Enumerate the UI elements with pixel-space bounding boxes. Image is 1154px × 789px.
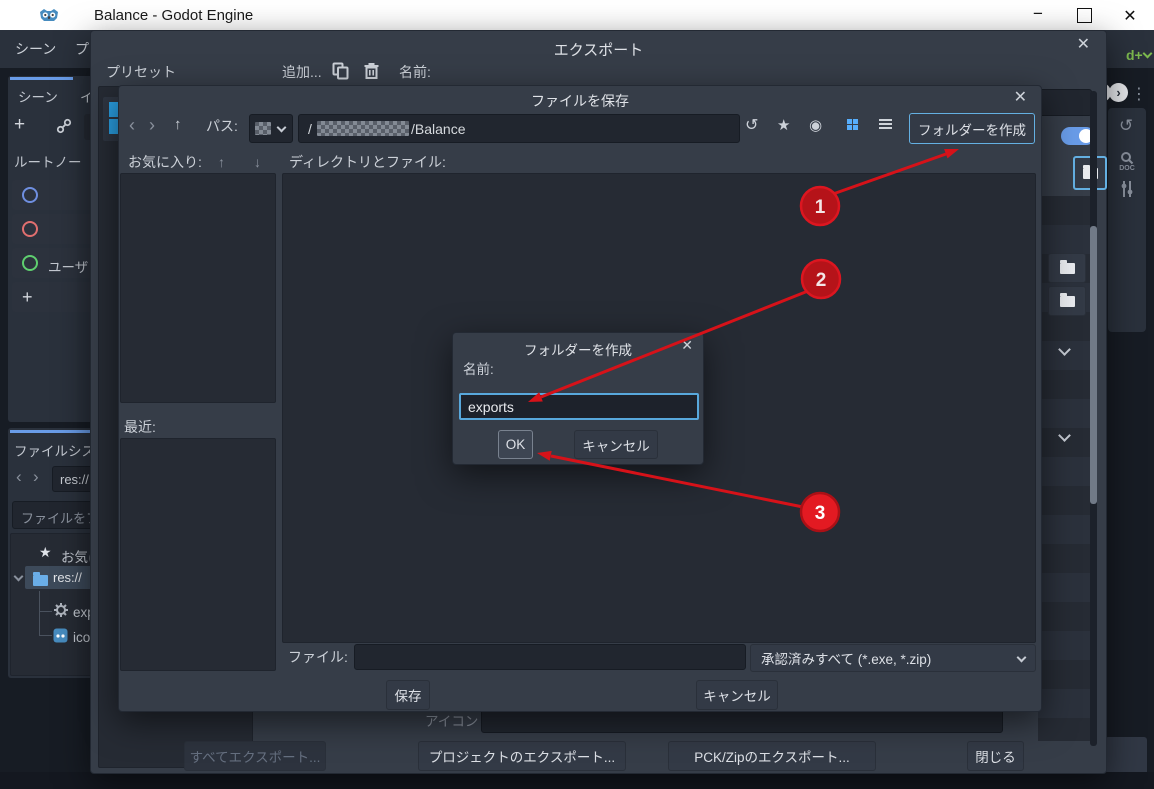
preset-add-button[interactable]: 追加... — [282, 65, 322, 80]
folder-name-input[interactable] — [459, 393, 699, 420]
folder-icon — [1060, 263, 1075, 274]
nav-forward-icon[interactable]: › — [149, 115, 155, 136]
forward-circle-icon[interactable]: › — [1109, 83, 1128, 102]
3d-node-icon — [22, 221, 38, 237]
grid-view-icon[interactable] — [847, 119, 858, 130]
root-node-label: ルートノー — [14, 151, 82, 171]
option-folder-button-1[interactable] — [1048, 253, 1086, 283]
folder-name-label: 名前: — [463, 363, 494, 378]
fs-res-label: res:// — [53, 570, 82, 585]
export-presets-file-icon — [53, 602, 69, 623]
filesystem-tab-accent — [10, 430, 98, 433]
minimize-button[interactable]: − — [1026, 4, 1050, 24]
filter-chevron-icon — [1017, 653, 1027, 663]
favorites-list[interactable] — [120, 173, 276, 403]
path-prefix: / — [308, 121, 312, 137]
save-button[interactable]: 保存 — [386, 680, 430, 710]
drive-chevron-icon — [277, 123, 287, 133]
other-node-plus-icon: + — [22, 287, 33, 308]
tab-scene[interactable]: シーン — [18, 86, 58, 106]
export-pck-button[interactable]: PCK/Zipのエクスポート... — [668, 741, 876, 771]
ok-button[interactable]: OK — [498, 430, 533, 459]
nav-back-icon[interactable]: ‹ — [129, 115, 135, 136]
show-hidden-icon[interactable]: ◉ — [809, 116, 822, 134]
save-dialog-close-icon[interactable]: ✕ — [1014, 90, 1027, 106]
icon-svg-file-icon — [53, 628, 68, 648]
favorites-star-icon[interactable]: ★ — [39, 544, 52, 561]
menu-scene[interactable]: シーン — [15, 42, 56, 57]
inspector-side-toolbar: ↺ DOC — [1108, 108, 1146, 332]
refresh-icon[interactable]: ↺ — [745, 115, 758, 135]
godot-logo-icon — [38, 4, 60, 31]
fs-filter-input[interactable]: ファイルをフ — [12, 501, 102, 529]
option-folder-button-2[interactable] — [1048, 286, 1086, 316]
ui-node-label: ユーザ — [48, 256, 88, 276]
export-project-button[interactable]: プロジェクトのエクスポート... — [418, 741, 626, 771]
create-folder-close-icon[interactable]: ✕ — [681, 338, 693, 352]
icon-property-label: アイコン — [425, 710, 478, 730]
create-folder-button[interactable]: フォルダーを作成 — [909, 113, 1035, 144]
file-name-input[interactable] — [354, 644, 746, 670]
2d-node-icon — [22, 187, 38, 203]
filter-dropdown[interactable]: 承認済みすべて (*.exe, *.zip) — [750, 644, 1036, 672]
options-scrollbar-thumb[interactable] — [1090, 226, 1097, 504]
tree-hline-2 — [39, 635, 52, 636]
tune-sliders-icon[interactable] — [1119, 180, 1135, 203]
drive-censored — [255, 122, 271, 135]
search-docs-icon[interactable]: DOC — [1116, 150, 1138, 177]
path-label: パス: — [206, 119, 238, 134]
favorite-down-icon[interactable]: ↓ — [254, 154, 261, 170]
folder-icon — [1060, 296, 1075, 307]
tab-filesystem[interactable]: ファイルシス — [14, 440, 95, 460]
close-export-button[interactable]: 閉じる — [967, 741, 1024, 771]
nav-up-icon[interactable]: ↑ — [174, 116, 182, 133]
export-dialog-title: エクスポート — [91, 39, 1106, 60]
recent-label: 最近: — [124, 420, 156, 435]
maximize-button[interactable] — [1077, 8, 1092, 23]
svg-text:DOC: DOC — [1119, 165, 1135, 172]
bottom-right-panel — [1105, 737, 1147, 775]
window-title: Balance - Godot Engine — [94, 7, 253, 24]
create-folder-dialog: フォルダーを作成 ✕ 名前: OK キャンセル — [452, 332, 704, 465]
dock-menu-dots-icon[interactable]: ⋮ — [1131, 84, 1147, 104]
window-titlebar: Balance - Godot Engine − ✕ — [0, 0, 1154, 30]
options-top-field[interactable] — [1038, 89, 1092, 116]
create-folder-title: フォルダーを作成 — [453, 339, 703, 359]
export-all-button[interactable]: すべてエクスポート... — [184, 741, 326, 771]
export-dialog-close-icon[interactable]: ✕ — [1077, 37, 1090, 53]
favorites-label: お気に入り: — [128, 155, 202, 170]
instance-scene-icon[interactable] — [56, 118, 72, 139]
scene-tab-accent — [10, 77, 73, 80]
list-view-icon[interactable] — [879, 119, 892, 129]
preset-name-label: 名前: — [399, 65, 431, 80]
ui-node-icon — [22, 255, 38, 271]
fs-forward-icon[interactable]: › — [33, 467, 39, 487]
path-input[interactable]: / /Balance — [298, 114, 740, 143]
favorite-toggle-icon[interactable]: ★ — [777, 116, 790, 134]
cancel-button[interactable]: キャンセル — [696, 680, 778, 710]
favorite-up-icon[interactable]: ↑ — [218, 154, 225, 170]
fs-back-icon[interactable]: ‹ — [16, 467, 22, 487]
drive-select[interactable] — [249, 114, 293, 143]
add-node-icon[interactable]: + — [14, 114, 25, 136]
tree-vline — [39, 591, 40, 635]
dirs-files-label: ディレクトリとファイル: — [289, 155, 446, 170]
file-label: ファイル: — [288, 650, 348, 665]
preset-copy-icon[interactable] — [332, 62, 349, 85]
presets-label: プリセット — [106, 65, 176, 80]
preset-delete-icon[interactable] — [363, 62, 380, 85]
tree-hline-1 — [39, 611, 52, 612]
bottom-strip — [0, 772, 1154, 789]
renderer-badge[interactable]: d+ — [1126, 47, 1143, 63]
path-censored — [317, 121, 409, 136]
close-window-button[interactable]: ✕ — [1118, 6, 1142, 26]
create-folder-cancel-button[interactable]: キャンセル — [574, 430, 658, 459]
res-expander-icon[interactable] — [14, 572, 24, 582]
recent-list[interactable] — [120, 438, 276, 671]
path-suffix: /Balance — [411, 121, 465, 137]
save-dialog-title: ファイルを保存 — [119, 91, 1041, 111]
res-folder-icon — [33, 575, 48, 586]
history-icon[interactable]: ↺ — [1119, 116, 1133, 136]
